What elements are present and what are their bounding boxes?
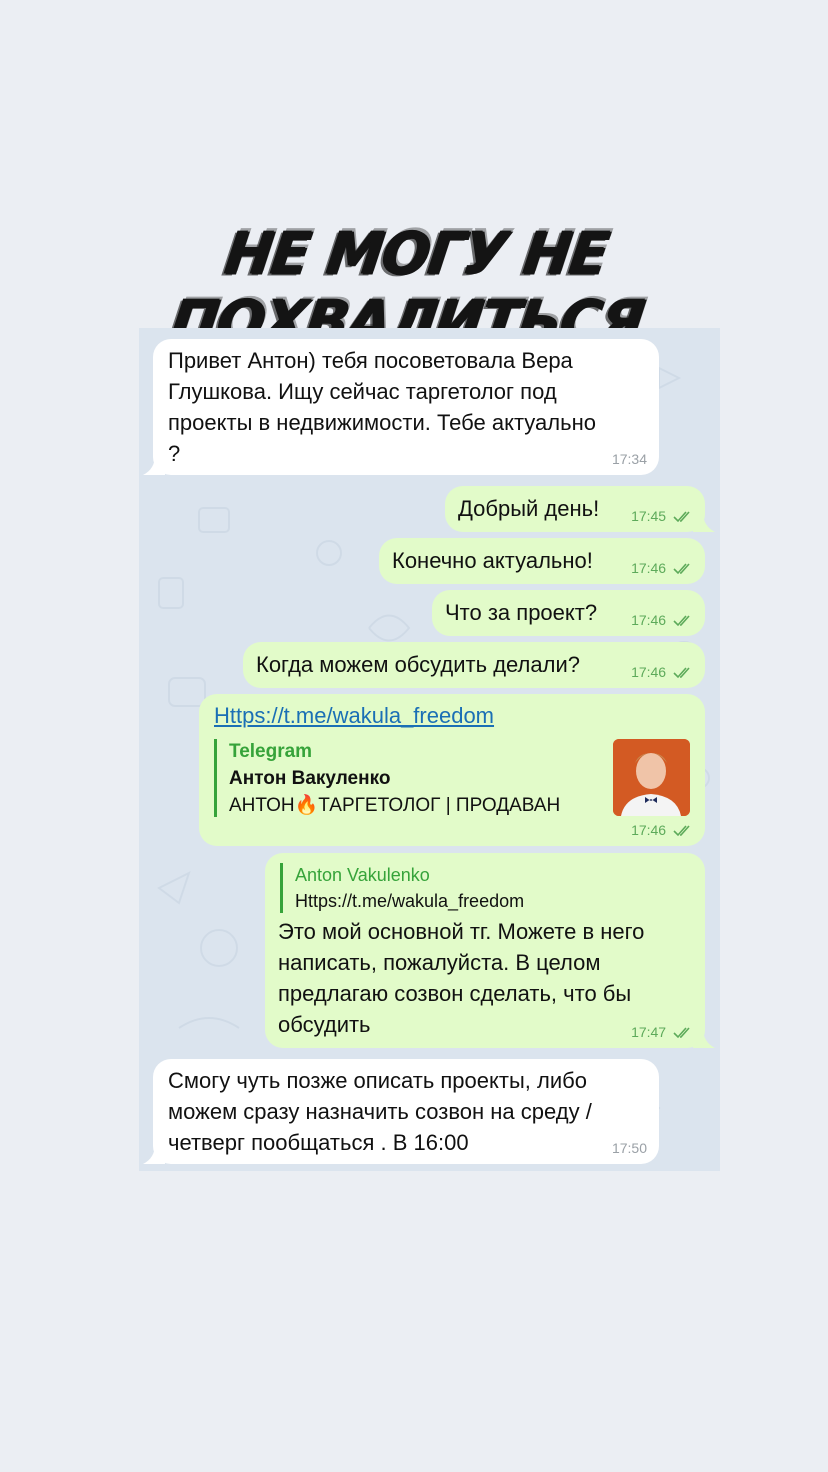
message-line: предлагаю созвон сделать, что бы (278, 981, 632, 1006)
message-time: 17:46 (631, 664, 667, 680)
message-status: 17:46 (631, 612, 693, 628)
message-time: 17:47 (631, 1024, 667, 1040)
double-check-icon (673, 615, 690, 627)
message-status: 17:46 (631, 822, 693, 838)
message-status: 17:46 (631, 664, 693, 680)
message-line: Это мой основной тг. Можете в него (278, 919, 645, 944)
message-status: 17:47 (631, 1024, 693, 1040)
message-time: 17:50 (611, 1140, 647, 1156)
message-outgoing-1[interactable]: Добрый день! 17:45 (445, 486, 715, 532)
message-line: Привет Антон) тебя посоветовала Вера (168, 348, 573, 373)
message-time: 17:46 (631, 560, 667, 576)
chat-screenshot: Привет Антон) тебя посоветовала Вера Глу… (139, 328, 720, 1171)
message-line: Смогу чуть позже описать проекты, либо (168, 1068, 587, 1093)
double-check-icon (673, 563, 690, 575)
link-preview-site: Telegram (229, 741, 313, 762)
bubble-tail (143, 1144, 165, 1164)
link-preview-description: АНТОН🔥ТАРГЕТОЛОГ | ПРОДАВАН (229, 795, 561, 816)
double-check-icon (673, 825, 690, 837)
bubble-tail (143, 455, 165, 475)
bubble-tail (693, 1028, 715, 1048)
message-outgoing-link[interactable]: Https://t.me/wakula_freedom Telegram Ант… (199, 694, 705, 846)
message-outgoing-3[interactable]: Что за проект? 17:46 (432, 590, 705, 636)
message-time: 17:34 (611, 451, 647, 467)
message-time: 17:46 (631, 822, 667, 838)
message-line: четверг пообщаться . В 16:00 (168, 1130, 469, 1155)
message-link[interactable]: Https://t.me/wakula_freedom (214, 700, 494, 731)
quoted-reply[interactable]: Anton Vakulenko Https://t.me/wakula_free… (280, 863, 660, 913)
message-line: написать, пожалуйста. В целом (278, 950, 601, 975)
message-time: 17:45 (631, 508, 667, 524)
double-check-icon (673, 511, 690, 523)
message-text: Что за проект? (445, 600, 598, 625)
message-line: проекты в недвижимости. Тебе актуально (168, 410, 596, 435)
message-line: обсудить (278, 1012, 371, 1037)
message-incoming-1[interactable]: Привет Антон) тебя посоветовала Вера Глу… (143, 339, 659, 475)
message-status: 17:45 (631, 508, 693, 524)
quoted-reply-author: Anton Vakulenko (295, 865, 430, 885)
message-outgoing-reply[interactable]: Anton Vakulenko Https://t.me/wakula_free… (265, 853, 715, 1048)
message-text: Когда можем обсудить делали? (256, 652, 580, 677)
message-outgoing-4[interactable]: Когда можем обсудить делали? 17:46 (243, 642, 705, 688)
page-headline: НЕ МОГУ НЕ ПОХВАЛИТЬСЯ (165, 219, 647, 357)
message-line: Глушкова. Ищу сейчас таргетолог под (168, 379, 557, 404)
link-preview-title: Антон Вакуленко (229, 768, 391, 789)
message-status: 17:46 (631, 560, 693, 576)
message-incoming-2[interactable]: Смогу чуть позже описать проекты, либо м… (143, 1059, 659, 1164)
message-text: Конечно актуально! (392, 548, 593, 573)
bubble-tail (693, 512, 715, 532)
double-check-icon (673, 667, 690, 679)
message-text: Добрый день! (458, 496, 600, 521)
message-outgoing-2[interactable]: Конечно актуально! 17:46 (379, 538, 705, 584)
message-line: можем сразу назначить созвон на среду / (168, 1099, 592, 1124)
message-time: 17:46 (631, 612, 667, 628)
message-line: ? (168, 441, 181, 466)
avatar-person-icon (613, 739, 690, 816)
quoted-reply-text: Https://t.me/wakula_freedom (295, 891, 525, 911)
double-check-icon (673, 1027, 690, 1039)
profile-photo-thumbnail[interactable] (613, 739, 690, 816)
